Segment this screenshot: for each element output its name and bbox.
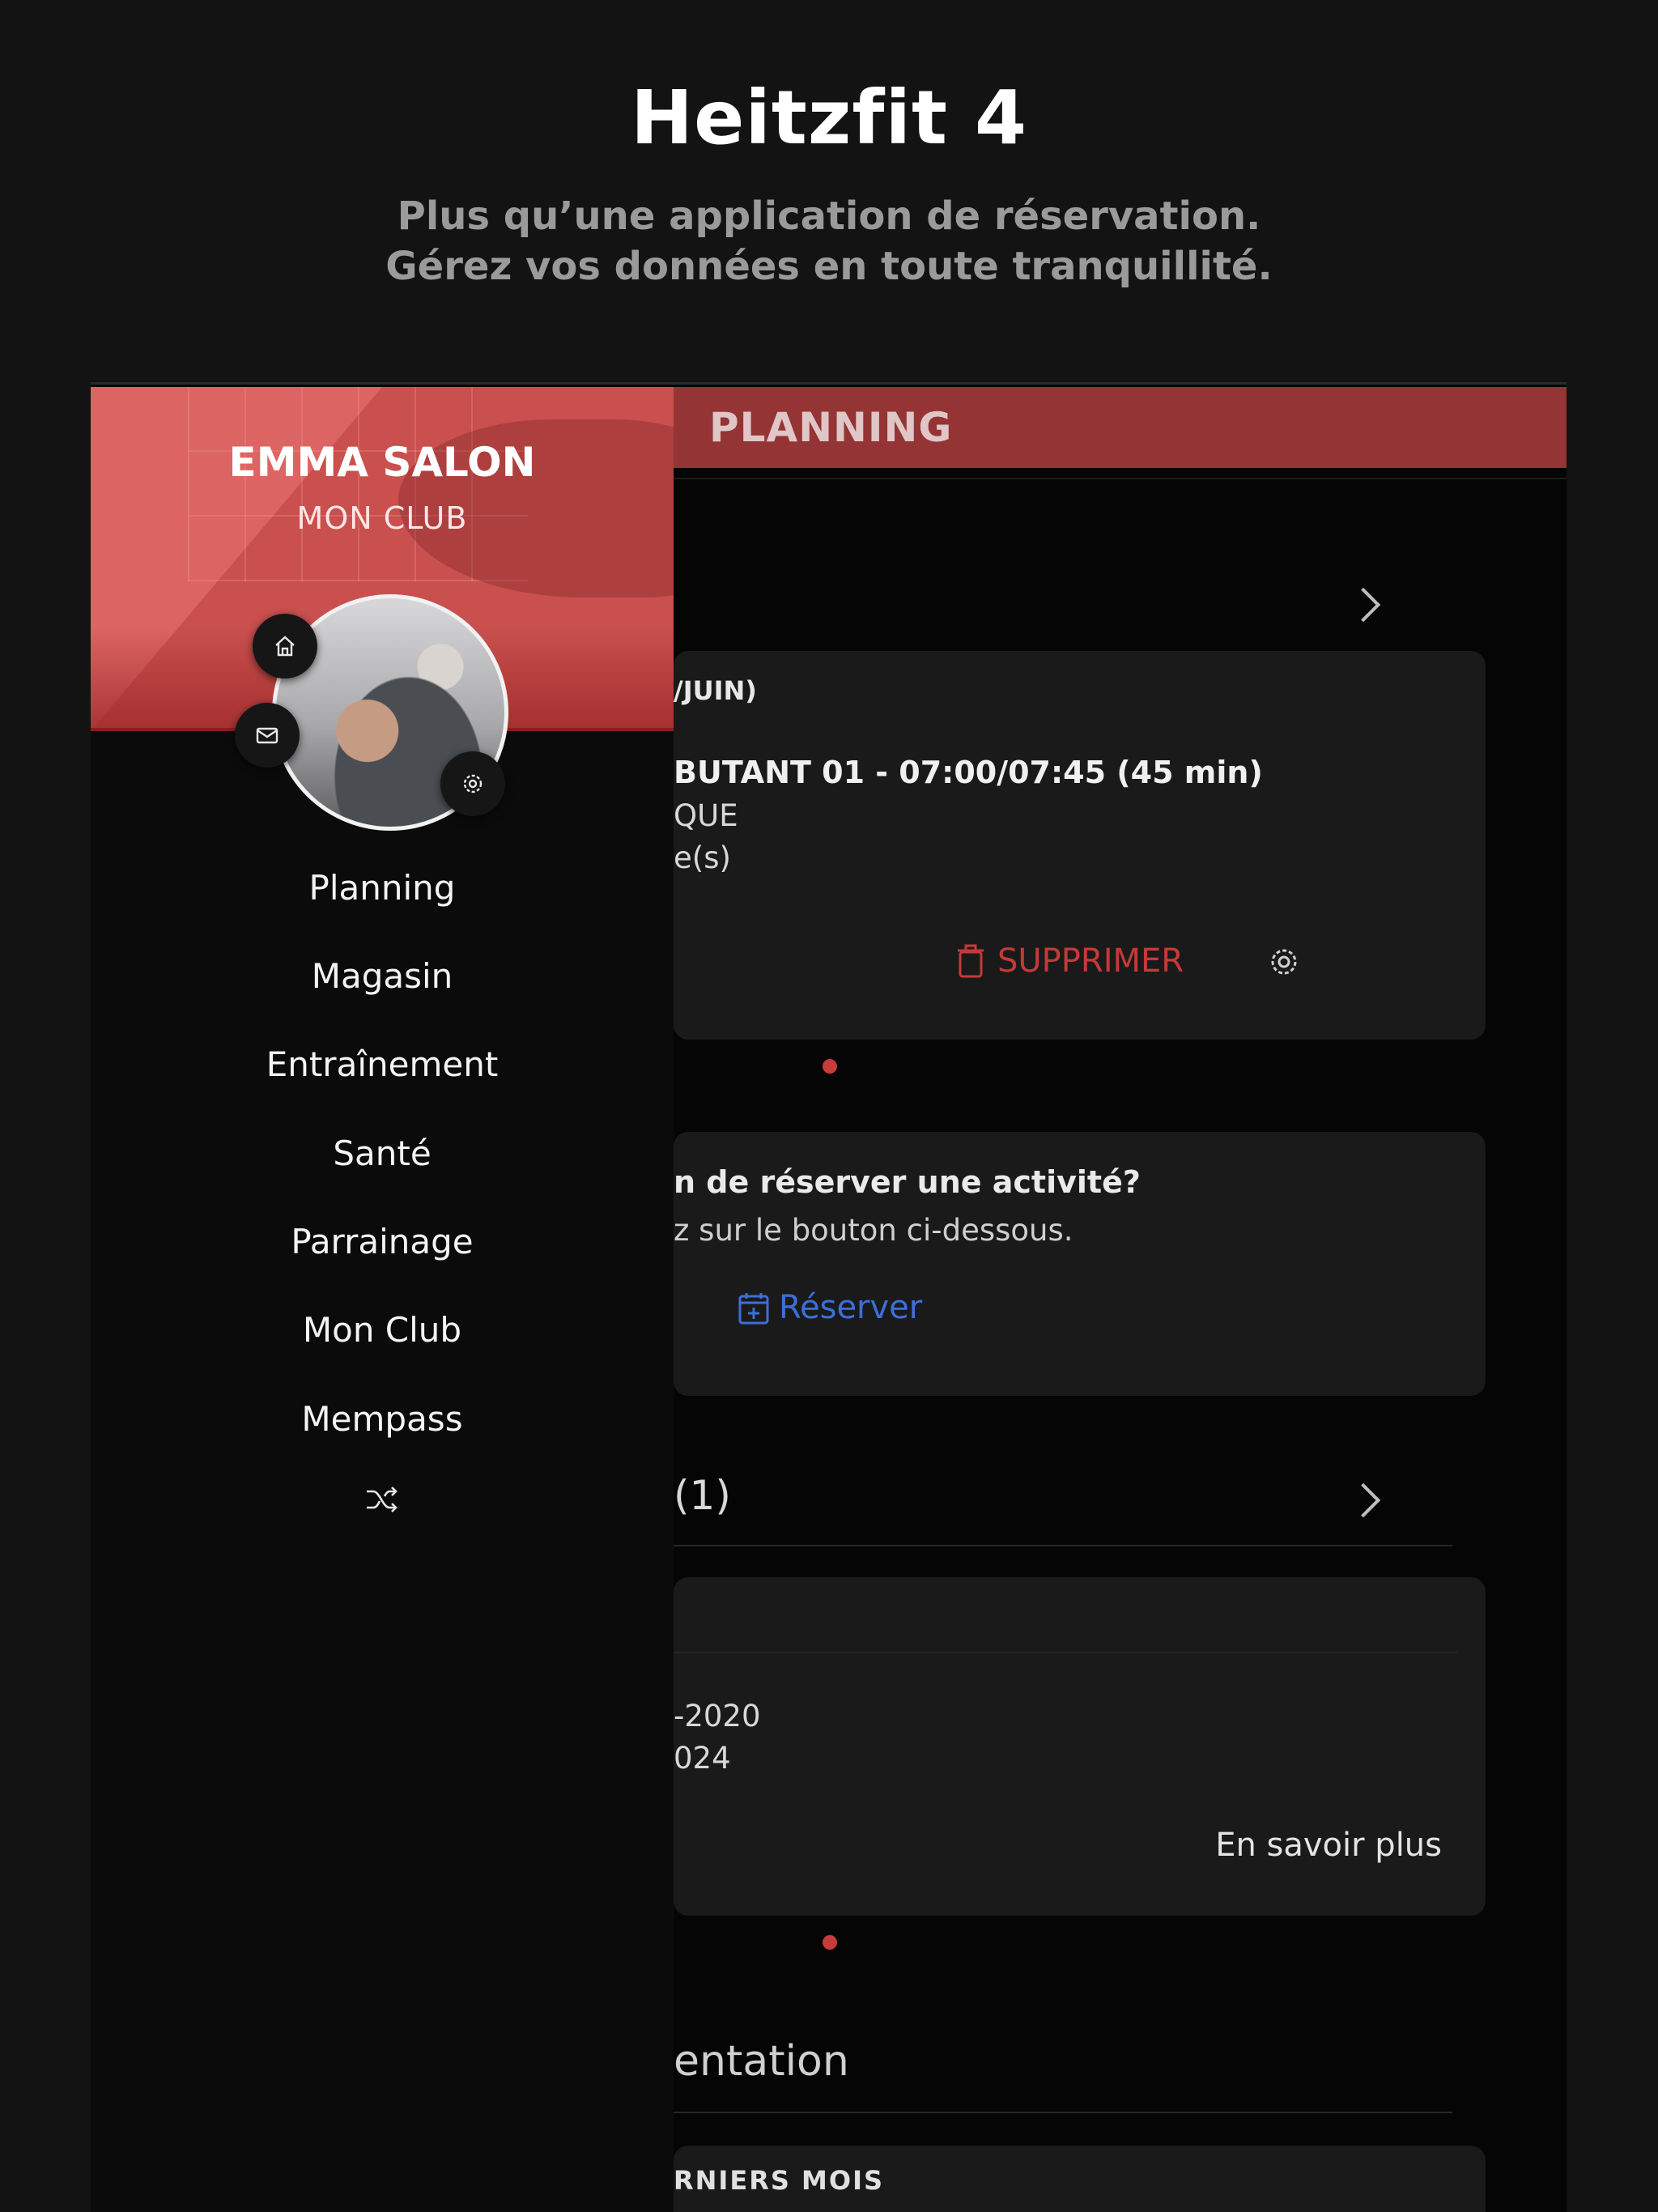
side-drawer: EMMA SALON MON CLUB Planning Magasin Ent… [91, 387, 674, 2212]
calendar-add-icon [738, 1293, 769, 1325]
subscription-line-1: -2020 [674, 1699, 761, 1733]
booking-activity: BUTANT 01 - 07:00/07:45 (45 min) [674, 755, 1263, 790]
header-divider [674, 478, 1567, 479]
reserve-button[interactable]: Réserver [738, 1286, 949, 1334]
shuffle-icon[interactable] [365, 1485, 399, 1514]
menu-item-entrainement[interactable]: Entraînement [91, 1044, 674, 1084]
home-button[interactable] [253, 614, 317, 678]
header-bar: PLANNING [674, 387, 1567, 468]
menu-item-mempass[interactable]: Mempass [91, 1399, 674, 1439]
user-name: EMMA SALON [228, 439, 536, 486]
reserve-hint: z sur le bouton ci-dessous. [674, 1213, 1073, 1248]
learn-more-link[interactable]: En savoir plus [1215, 1827, 1442, 1864]
gear-icon[interactable] [1266, 944, 1302, 980]
pager-dot[interactable] [823, 1059, 837, 1074]
reserve-label: Réserver [779, 1289, 923, 1326]
subscription-line-2: 024 [674, 1741, 731, 1776]
menu-item-magasin[interactable]: Magasin [91, 956, 674, 996]
section-title-2: (1) [674, 1472, 731, 1519]
booking-detail-1: QUE [674, 798, 738, 833]
card-divider [674, 1652, 1457, 1653]
section-title-3: entation [674, 2037, 849, 2086]
club-label[interactable]: MON CLUB [91, 500, 674, 536]
stats-card-title: RNIERS MOIS [674, 2165, 885, 2196]
reserve-question: n de réserver une activité? [674, 1164, 1141, 1200]
hero-subtitle: Plus qu’une application de réservation. … [0, 191, 1658, 291]
subscription-card: -2020 024 En savoir plus [674, 1577, 1486, 1916]
mail-button[interactable] [235, 703, 300, 768]
menu-item-parrainage[interactable]: Parrainage [91, 1222, 674, 1261]
page-title: PLANNING [709, 404, 953, 451]
trash-icon [958, 944, 984, 978]
delete-label: SUPPRIMER [997, 942, 1184, 980]
pager-dot[interactable] [823, 1935, 837, 1950]
mail-icon [256, 727, 278, 744]
hero-title: Heitzfit 4 [630, 74, 1028, 161]
top-divider [91, 382, 1567, 385]
gear-icon [463, 774, 483, 793]
chevron-right-icon[interactable] [1346, 587, 1381, 623]
menu-item-planning[interactable]: Planning [91, 868, 674, 908]
chevron-right-icon[interactable] [1346, 1482, 1381, 1518]
section-divider [674, 2112, 1452, 2113]
stats-card: RNIERS MOIS [674, 2146, 1486, 2212]
device-screen: PLANNING /JUIN) BUTANT 01 - 07:00/07:45 … [91, 382, 1567, 2212]
booking-card: /JUIN) BUTANT 01 - 07:00/07:45 (45 min) … [674, 651, 1486, 1040]
reserve-card: n de réserver une activité? z sur le bou… [674, 1132, 1486, 1396]
hero-subtitle-line1: Plus qu’une application de réservation. [397, 194, 1261, 239]
menu-item-mon-club[interactable]: Mon Club [91, 1310, 674, 1350]
settings-button[interactable] [440, 751, 505, 816]
booking-detail-2: e(s) [674, 840, 731, 875]
booking-date: /JUIN) [674, 675, 757, 706]
delete-button[interactable]: SUPPRIMER [957, 939, 1208, 985]
menu-item-sante[interactable]: Santé [91, 1134, 674, 1173]
home-icon [275, 636, 295, 657]
hero-subtitle-line2: Gérez vos données en toute tranquillité. [385, 244, 1273, 289]
section-divider [674, 1545, 1452, 1546]
